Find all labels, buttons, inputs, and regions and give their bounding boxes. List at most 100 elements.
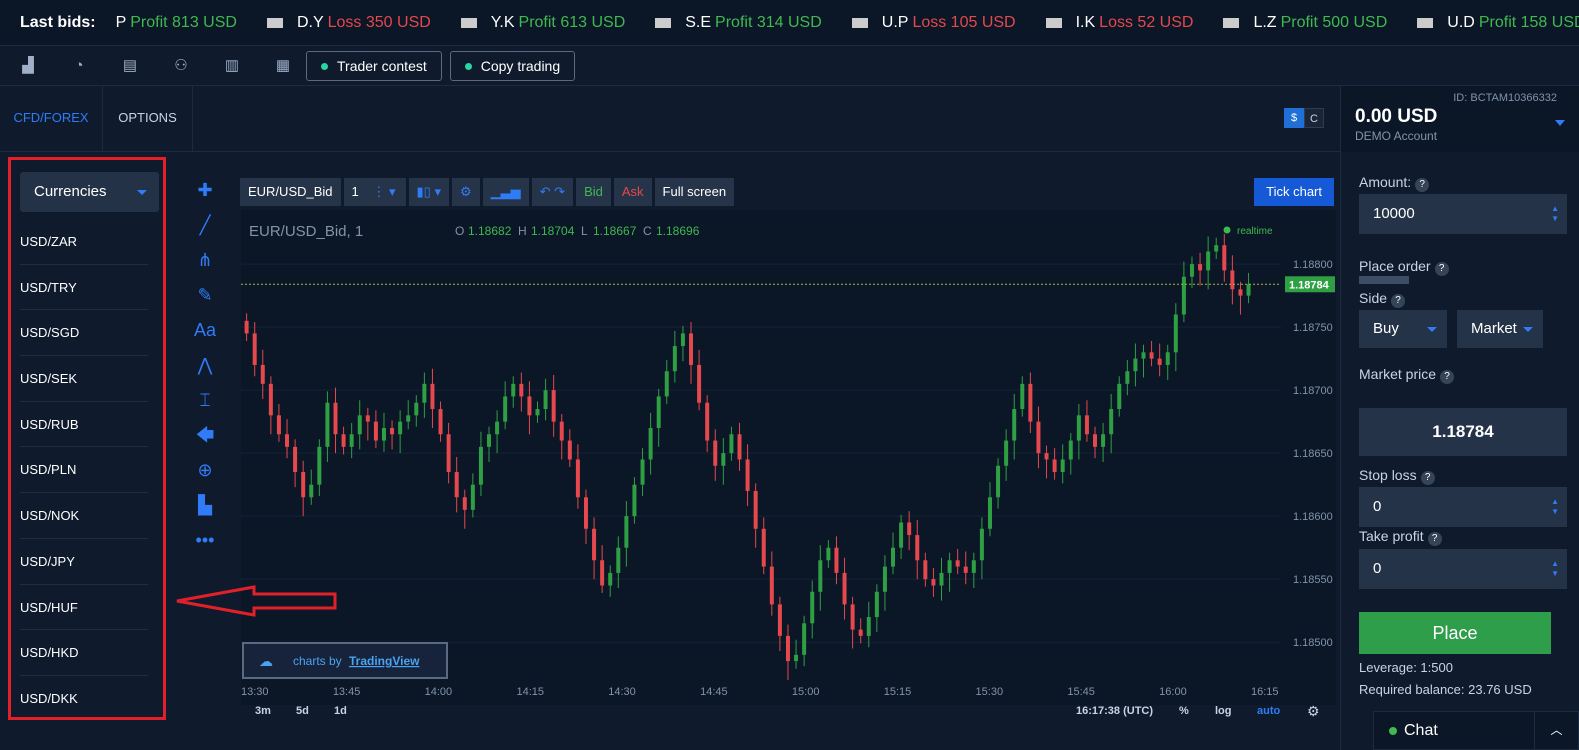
candle-body: [1230, 270, 1235, 290]
candle-body: [987, 497, 992, 529]
pair-item[interactable]: USD/HKD: [20, 630, 148, 676]
candle-body: [583, 497, 588, 529]
candle-body: [616, 547, 621, 573]
candle-body: [575, 459, 580, 498]
candle-body: [697, 364, 702, 403]
candlestick-chart[interactable]: 1.18800 1.18750 1.18700 1.18650 1.18600 1.185…: [241, 210, 1336, 705]
candle-body: [341, 434, 346, 447]
side-label: Side?: [1359, 290, 1406, 308]
trader-contest-button[interactable]: Trader contest: [306, 50, 442, 81]
account-panel[interactable]: ID: BCTAM10366332 0.00 USD DEMO Account: [1340, 86, 1579, 152]
pair-item[interactable]: USD/HUF: [20, 585, 148, 631]
order-type-select[interactable]: Market: [1457, 310, 1543, 348]
candle-body: [495, 421, 500, 435]
currency-toggle: $ C: [1284, 108, 1324, 128]
candle-body: [947, 560, 952, 573]
candle-body: [1181, 276, 1186, 315]
document-icon[interactable]: ▤: [120, 56, 140, 76]
candle-body: [640, 459, 645, 485]
area-chart-icon[interactable]: ▟: [18, 56, 38, 76]
flag-icon: [1417, 17, 1434, 28]
bid-button[interactable]: Bid: [576, 178, 611, 206]
category-select[interactable]: Currencies: [20, 172, 159, 212]
pair-item[interactable]: USD/SEK: [20, 356, 148, 402]
pair-item[interactable]: USD/ZAR: [20, 219, 148, 265]
range-1d[interactable]: 1d: [334, 705, 347, 717]
candle-body: [729, 434, 734, 454]
currency-dollar-button[interactable]: $: [1284, 108, 1304, 128]
chart-type-select[interactable]: ▮▯ ▾: [408, 178, 449, 206]
candle-body: [1068, 440, 1073, 460]
ticker-item: U.D Profit 158 USD: [1417, 14, 1579, 32]
candle-body: [373, 421, 378, 441]
candle-body: [365, 415, 370, 422]
interval-select[interactable]: 1 ⋮ ▾: [343, 178, 406, 206]
pair-item[interactable]: USD/DKK: [20, 676, 148, 722]
currency-c-button[interactable]: C: [1304, 108, 1324, 128]
chevron-up-icon: ︿: [1534, 712, 1578, 749]
ruler-icon[interactable]: ▙: [185, 488, 225, 523]
auto-toggle[interactable]: auto: [1257, 705, 1280, 717]
pair-item[interactable]: USD/NOK: [20, 493, 148, 539]
copy-trading-button[interactable]: Copy trading: [449, 50, 576, 81]
gear-icon[interactable]: ⚙: [1307, 703, 1320, 720]
range-5d[interactable]: 5d: [296, 705, 309, 717]
ask-button[interactable]: Ask: [613, 178, 652, 206]
pair-item[interactable]: USD/RUB: [20, 402, 148, 448]
indicators-button[interactable]: ▁▃▅: [482, 178, 529, 206]
annotation-arrow: [176, 585, 337, 617]
leverage-text: Leverage: 1:500: [1359, 660, 1453, 675]
percent-toggle[interactable]: %: [1179, 705, 1189, 717]
candle-body: [753, 490, 758, 529]
help-icon: ?: [1420, 471, 1435, 485]
tab-cfd-forex[interactable]: CFD/FOREX: [0, 86, 103, 152]
place-order-toggle[interactable]: [1359, 276, 1409, 284]
settings-button[interactable]: ⚙: [451, 178, 480, 206]
x-tick-label: 15:30: [976, 686, 1004, 698]
calendar-icon[interactable]: ▦: [273, 56, 293, 76]
undo-redo[interactable]: ↶ ↷: [531, 178, 574, 206]
legend-open: 1.18682: [468, 224, 512, 238]
candle-body: [422, 383, 427, 403]
crosshair-icon[interactable]: ✚: [185, 173, 225, 208]
symbol-select[interactable]: EUR/USD_Bid: [240, 178, 341, 206]
pattern-icon[interactable]: ⋀: [185, 348, 225, 383]
pitchfork-icon[interactable]: ⋔: [185, 243, 225, 278]
x-tick-label: 14:15: [516, 686, 544, 698]
price-chart[interactable]: 1.18800 1.18750 1.18700 1.18650 1.18600 1.185…: [241, 210, 1336, 705]
candle-body: [1028, 383, 1033, 422]
take-profit-input[interactable]: 0 ▲ ▼: [1359, 549, 1567, 589]
tick-chart-button[interactable]: Tick chart: [1254, 178, 1334, 206]
analysis-icon[interactable]: ◔: [69, 56, 89, 76]
trend-line-icon[interactable]: ╱: [185, 208, 225, 243]
candle-body: [551, 390, 556, 422]
chart-bottom-bar: 3m 5d 1d 16:17:38 (UTC) % log auto ⚙: [241, 703, 1336, 725]
stop-loss-input[interactable]: 0 ▲ ▼: [1359, 487, 1567, 527]
candle-body: [317, 446, 322, 485]
arrow-left-icon[interactable]: 🡄: [185, 418, 225, 453]
pair-item[interactable]: USD/SGD: [20, 310, 148, 357]
text-icon[interactable]: Aa: [185, 313, 225, 348]
candle-body: [357, 415, 362, 435]
brush-icon[interactable]: ✎: [185, 278, 225, 313]
more-icon[interactable]: •••: [185, 523, 225, 558]
zoom-icon[interactable]: ⊕: [185, 453, 225, 488]
pair-item[interactable]: USD/TRY: [20, 265, 148, 311]
candle-body: [705, 402, 710, 441]
range-3m[interactable]: 3m: [255, 705, 271, 717]
flag-icon: [460, 17, 477, 28]
amount-input[interactable]: 10000 ▲ ▼: [1359, 194, 1567, 234]
pair-item[interactable]: USD/JPY: [20, 539, 148, 585]
chevron-down-icon[interactable]: [1555, 120, 1565, 126]
measure-icon[interactable]: ⌶: [185, 383, 225, 418]
users-icon[interactable]: ⚇: [171, 56, 191, 76]
fullscreen-button[interactable]: Full screen: [654, 178, 735, 206]
candle-body: [1012, 409, 1017, 441]
chat-button[interactable]: Chat ︿: [1373, 711, 1579, 750]
pair-item[interactable]: USD/PLN: [20, 447, 148, 494]
place-button[interactable]: Place: [1359, 612, 1551, 654]
side-select[interactable]: Buy: [1359, 310, 1447, 348]
tab-options[interactable]: OPTIONS: [103, 86, 193, 152]
bar-stats-icon[interactable]: ▥: [222, 56, 242, 76]
log-toggle[interactable]: log: [1215, 705, 1232, 717]
